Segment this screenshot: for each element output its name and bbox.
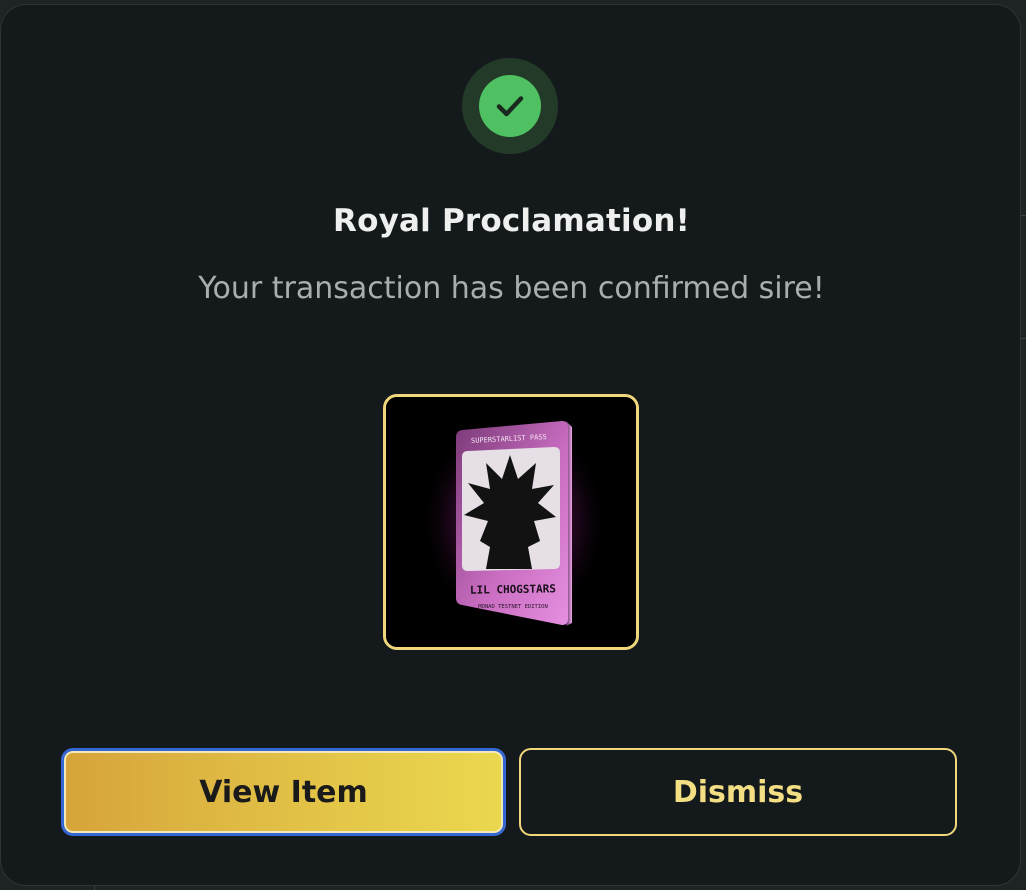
- view-item-button[interactable]: View Item: [61, 748, 506, 836]
- dialog-message: Your transaction has been confirmed sire…: [198, 271, 825, 306]
- background-divider: [1021, 338, 1026, 339]
- pass-card-image: SUPERSTARLIST PASS LIL CHOGSTARS MONAD T…: [386, 397, 636, 647]
- success-badge: [462, 58, 558, 154]
- confirmation-dialog: Royal Proclamation! Your transaction has…: [0, 4, 1021, 886]
- dialog-title: Royal Proclamation!: [333, 203, 690, 239]
- dismiss-button[interactable]: Dismiss: [519, 748, 957, 836]
- checkmark-icon: [496, 96, 524, 117]
- card-name-text: LIL CHOGSTARS: [470, 582, 556, 597]
- card-edition-text: MONAD TESTNET EDITION: [478, 604, 548, 610]
- background-divider: [94, 886, 95, 890]
- check-circle-icon: [479, 75, 541, 137]
- item-preview: SUPERSTARLIST PASS LIL CHOGSTARS MONAD T…: [383, 394, 639, 650]
